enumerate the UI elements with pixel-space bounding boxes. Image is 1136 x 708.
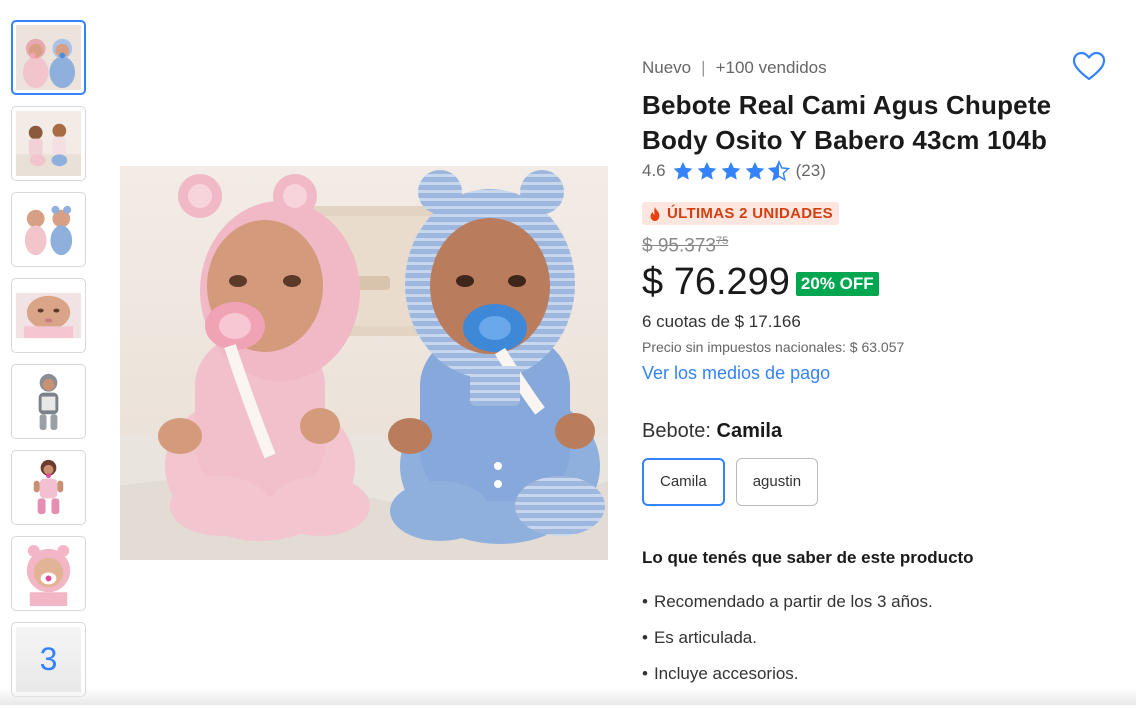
variant-option-agustin[interactable]: agustin bbox=[735, 457, 819, 506]
original-price: $ 95.37375 bbox=[642, 235, 1112, 257]
product-title: Bebote Real Cami Agus Chupete Body Osito… bbox=[642, 90, 1052, 155]
thumbnail-3[interactable] bbox=[11, 192, 86, 267]
star-icon bbox=[673, 161, 692, 180]
thumbnail-1[interactable] bbox=[11, 20, 86, 95]
thumbnail-image bbox=[16, 369, 81, 434]
thumbnail-more[interactable]: 3 bbox=[11, 622, 86, 697]
price-row: $ 76.299 20% OFF bbox=[642, 261, 1112, 304]
star-half-icon bbox=[767, 160, 790, 182]
thumbnail-image bbox=[16, 283, 81, 348]
thumbnail-image bbox=[16, 541, 81, 606]
highlight-item: • Recomendado a partir de los 3 años. bbox=[642, 592, 1112, 612]
thumbnail-image bbox=[16, 455, 81, 520]
highlight-item: • Es articulada. bbox=[642, 628, 1112, 648]
product-subtitle: Nuevo | +100 vendidos bbox=[642, 58, 1112, 78]
original-price-value: $ 95.373 bbox=[642, 234, 716, 256]
stock-badge-label: ÚLTIMAS 2 UNIDADES bbox=[667, 205, 833, 222]
sold-count: +100 vendidos bbox=[715, 58, 827, 77]
star-icon bbox=[697, 161, 716, 180]
thumbnail-7[interactable] bbox=[11, 536, 86, 611]
thumbnail-5[interactable] bbox=[11, 364, 86, 439]
thumbnail-image bbox=[16, 197, 81, 262]
installments-info: 6 cuotas de $ 17.166 bbox=[642, 311, 801, 331]
star-icon bbox=[721, 161, 740, 180]
bottom-scroll-shadow bbox=[0, 688, 1136, 705]
condition-label: Nuevo bbox=[642, 58, 692, 77]
original-price-cents: 75 bbox=[715, 234, 729, 247]
star-icon bbox=[745, 161, 764, 180]
variant-label: Bebote: Camila bbox=[642, 420, 1112, 443]
thumbnail-image bbox=[16, 25, 81, 90]
subtitle-separator: | bbox=[701, 58, 706, 77]
highlight-text: Es articulada. bbox=[653, 627, 757, 647]
rating-count: (23) bbox=[795, 161, 826, 180]
rating-summary[interactable]: 4.6 (23) bbox=[642, 160, 1112, 182]
thumbnail-image bbox=[16, 111, 81, 176]
variant-selected-value: Camila bbox=[716, 419, 783, 442]
discount-badge: 20% OFF bbox=[795, 272, 879, 297]
highlights-title: Lo que tenés que saber de este producto bbox=[642, 547, 974, 567]
highlight-item: • Incluye accesorios. bbox=[642, 664, 1112, 684]
rating-stars bbox=[672, 160, 790, 182]
variant-option-camila[interactable]: Camila bbox=[642, 457, 725, 506]
variant-name: Bebote: bbox=[642, 419, 717, 442]
highlight-text: Recomendado a partir de los 3 años. bbox=[653, 591, 933, 611]
thumbnail-4[interactable] bbox=[11, 278, 86, 353]
product-photo bbox=[120, 166, 608, 560]
highlight-text: Incluye accesorios. bbox=[653, 663, 799, 683]
fire-icon bbox=[650, 206, 660, 221]
payment-methods-link[interactable]: Ver los medios de pago bbox=[642, 363, 830, 384]
product-info: Nuevo | +100 vendidos Bebote Real Cami A… bbox=[642, 58, 1112, 700]
bullet: • bbox=[642, 663, 648, 683]
variant-options: Camila agustin bbox=[642, 457, 1112, 506]
stock-badge: ÚLTIMAS 2 UNIDADES bbox=[642, 202, 839, 225]
more-images-count: 3 bbox=[16, 627, 81, 692]
bullet: • bbox=[642, 591, 648, 611]
highlights-list: • Recomendado a partir de los 3 años. • Es… bbox=[642, 592, 1112, 684]
thumbnail-gallery: 3 bbox=[11, 20, 87, 708]
thumbnail-2[interactable] bbox=[11, 106, 86, 181]
tax-note: Precio sin impuestos nacionales: $ 63.05… bbox=[642, 338, 905, 355]
rating-value: 4.6 bbox=[642, 161, 666, 180]
main-product-image[interactable] bbox=[120, 166, 608, 560]
current-price: $ 76.299 bbox=[642, 260, 790, 303]
bullet: • bbox=[642, 627, 648, 647]
thumbnail-6[interactable] bbox=[11, 450, 86, 525]
